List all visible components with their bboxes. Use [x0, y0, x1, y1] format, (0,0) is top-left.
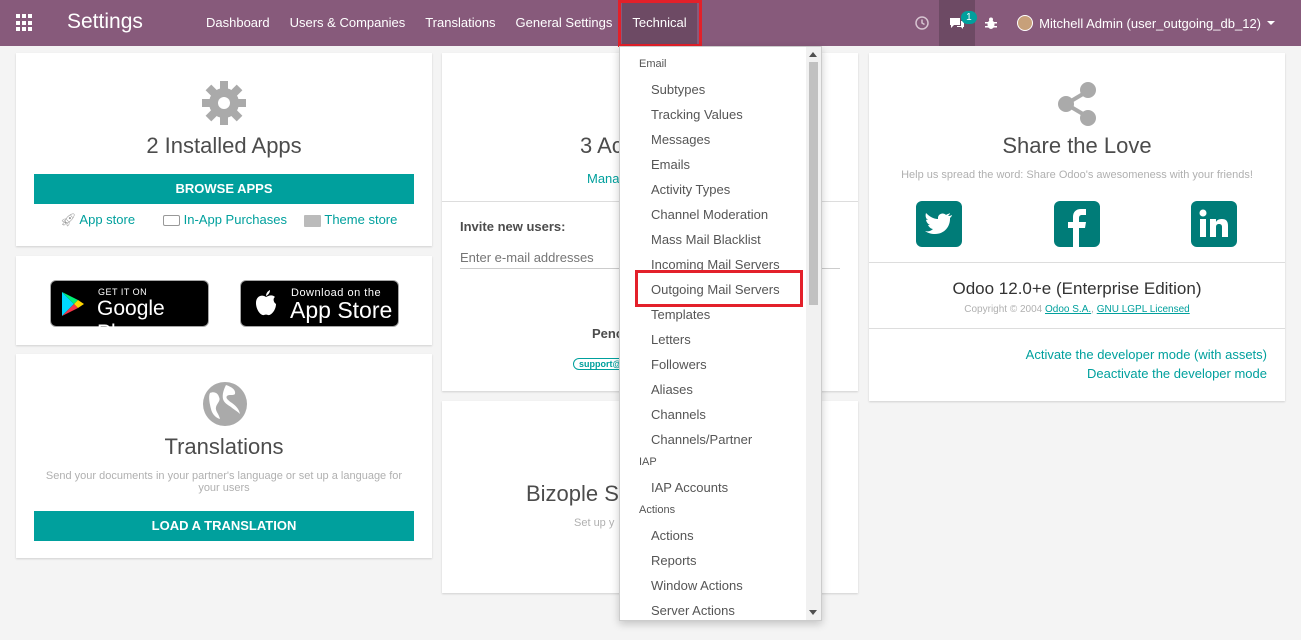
apps-grid-icon[interactable]: [16, 14, 34, 32]
bizople-title: Bizople Se: [526, 481, 632, 506]
menu-item-outgoing-mail-servers[interactable]: Outgoing Mail Servers: [651, 282, 780, 297]
deactivate-dev-mode-link[interactable]: Deactivate the developer mode: [1087, 366, 1267, 381]
menu-item-channels[interactable]: Channels: [651, 407, 706, 422]
mobile-apps-card: GET IT ON Google Play Download on the Ap…: [16, 256, 432, 345]
scrollbar-thumb[interactable]: [809, 62, 818, 305]
translations-description: Send your documents in your partner's la…: [45, 470, 403, 494]
scroll-up-arrow-icon[interactable]: [809, 52, 817, 57]
menu-item-activity-types[interactable]: Activity Types: [651, 182, 730, 197]
translations-card: Translations Send your documents in your…: [16, 354, 432, 558]
top-navbar: Settings Dashboard Users & Companies Tra…: [0, 0, 1301, 46]
menu-item-followers[interactable]: Followers: [651, 357, 707, 372]
menu-item-incoming-mail-servers[interactable]: Incoming Mail Servers: [651, 257, 780, 272]
odoo-version: Odoo 12.0+e (Enterprise Edition): [952, 279, 1202, 298]
active-users-title: 3 Ac: [580, 133, 623, 158]
menu-item-window-actions[interactable]: Window Actions: [651, 578, 743, 593]
google-play-big-text: Google Play: [97, 297, 165, 344]
menu-technical[interactable]: Technical: [622, 0, 697, 46]
odoo-sa-link[interactable]: Odoo S.A.: [1045, 304, 1091, 315]
gear-icon: [200, 79, 248, 130]
share-icon: [1054, 81, 1100, 130]
dropdown-header-email: Email: [639, 58, 667, 70]
menu-item-subtypes[interactable]: Subtypes: [651, 82, 705, 97]
apple-icon: [256, 290, 276, 316]
browse-apps-button[interactable]: BROWSE APPS: [34, 174, 414, 204]
menu-item-templates[interactable]: Templates: [651, 307, 710, 322]
technical-dropdown-menu: Email Subtypes Tracking Values Messages …: [619, 46, 822, 621]
rocket-icon: 🚀︎: [60, 212, 77, 227]
picture-icon: [304, 214, 321, 227]
menu-item-emails[interactable]: Emails: [651, 157, 690, 172]
activate-dev-mode-assets-link[interactable]: Activate the developer mode (with assets…: [1026, 347, 1267, 362]
linkedin-icon[interactable]: [1191, 201, 1237, 247]
installed-apps-card: 2 Installed Apps BROWSE APPS 🚀︎ App stor…: [16, 53, 432, 246]
dropdown-scrollbar[interactable]: [806, 47, 821, 620]
copyright-line: Copyright © 2004 Odoo S.A., GNU LGPL Lic…: [964, 304, 1190, 315]
menu-item-channels-partner[interactable]: Channels/Partner: [651, 432, 752, 447]
user-menu[interactable]: Mitchell Admin (user_outgoing_db_12): [1007, 0, 1285, 46]
systray: 1 Mitchell Admin (user_outgoing_db_12): [905, 0, 1285, 46]
dropdown-header-iap: IAP: [639, 456, 657, 468]
app-title: Settings: [67, 10, 143, 33]
scroll-down-arrow-icon[interactable]: [809, 610, 817, 615]
manage-users-link[interactable]: Mana: [587, 171, 620, 186]
share-subtitle: Help us spread the word: Share Odoo's aw…: [901, 169, 1253, 181]
twitter-icon[interactable]: [916, 201, 962, 247]
menu-item-tracking-values[interactable]: Tracking Values: [651, 107, 743, 122]
google-play-button[interactable]: GET IT ON Google Play: [50, 280, 209, 344]
invite-label: Invite new users:: [460, 219, 566, 234]
menu-item-iap-accounts[interactable]: IAP Accounts: [651, 480, 728, 495]
message-count-badge: 1: [961, 11, 977, 24]
app-store-link[interactable]: 🚀︎ App store: [60, 212, 135, 228]
main-menu: Dashboard Users & Companies Translations…: [196, 0, 697, 46]
menu-item-server-actions[interactable]: Server Actions: [651, 603, 735, 618]
menu-item-reports[interactable]: Reports: [651, 553, 697, 568]
theme-store-link[interactable]: Theme store: [304, 212, 397, 227]
facebook-icon[interactable]: [1054, 201, 1100, 247]
debug-bug-icon[interactable]: [975, 0, 1007, 46]
share-divider-1: [869, 262, 1285, 263]
menu-users-companies[interactable]: Users & Companies: [280, 0, 416, 46]
menu-translations[interactable]: Translations: [415, 0, 505, 46]
license-link[interactable]: GNU LGPL Licensed: [1097, 304, 1190, 315]
messaging-menu[interactable]: 1: [939, 0, 977, 46]
google-play-small-text: GET IT ON: [98, 287, 148, 297]
menu-item-messages[interactable]: Messages: [651, 132, 710, 147]
share-title: Share the Love: [1002, 133, 1152, 158]
user-avatar: [1017, 15, 1034, 31]
in-app-purchases-link[interactable]: In-App Purchases: [163, 212, 287, 227]
app-store-button[interactable]: Download on the App Store: [240, 280, 399, 327]
menu-item-aliases[interactable]: Aliases: [651, 382, 693, 397]
activity-clock-icon[interactable]: [905, 0, 939, 46]
google-play-icon: [62, 292, 84, 316]
menu-dashboard[interactable]: Dashboard: [196, 0, 280, 46]
menu-item-letters[interactable]: Letters: [651, 332, 691, 347]
menu-item-channel-moderation[interactable]: Channel Moderation: [651, 207, 768, 222]
menu-general-settings[interactable]: General Settings: [506, 0, 623, 46]
user-name: Mitchell Admin (user_outgoing_db_12): [1039, 15, 1261, 31]
caret-down-icon: [1267, 21, 1275, 25]
menu-item-actions[interactable]: Actions: [651, 528, 694, 543]
share-divider-2: [869, 328, 1285, 329]
share-card: Share the Love Help us spread the word: …: [869, 53, 1285, 401]
dropdown-header-actions: Actions: [639, 504, 676, 516]
translations-title: Translations: [164, 434, 284, 459]
globe-icon: [202, 381, 248, 430]
load-translation-button[interactable]: LOAD A TRANSLATION: [34, 511, 414, 541]
installed-apps-title: 2 Installed Apps: [146, 133, 302, 158]
money-icon: [163, 215, 180, 227]
bizople-subtitle: Set up y: [574, 517, 615, 529]
app-store-big-text: App Store: [290, 297, 393, 323]
menu-item-mass-mail-blacklist[interactable]: Mass Mail Blacklist: [651, 232, 761, 247]
